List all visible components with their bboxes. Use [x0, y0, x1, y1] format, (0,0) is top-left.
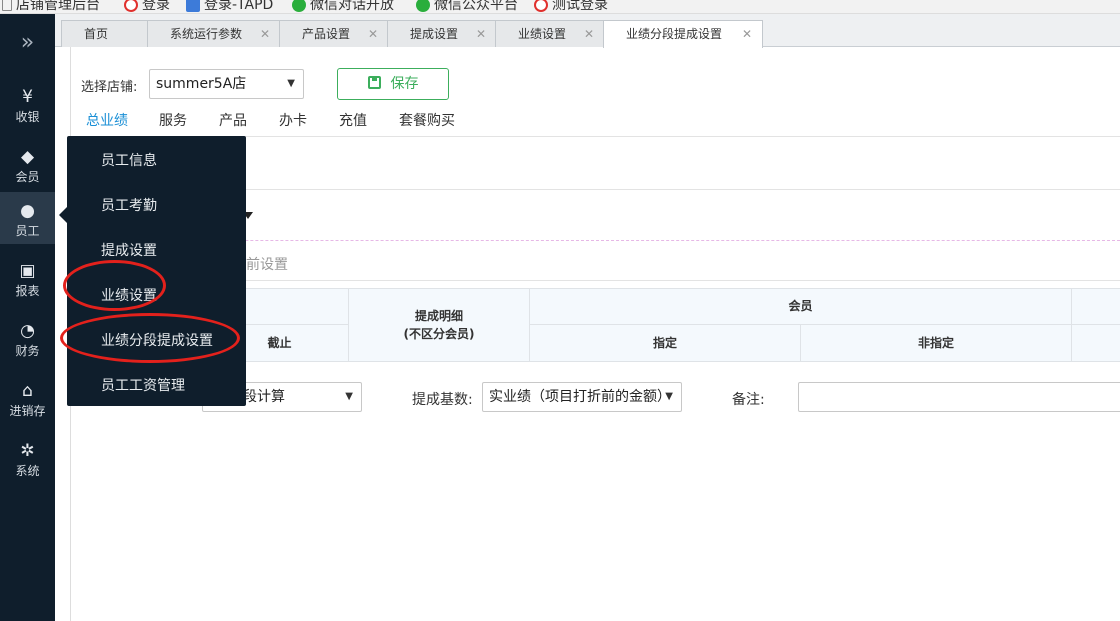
close-icon[interactable]: ✕	[476, 21, 486, 47]
close-icon[interactable]: ✕	[260, 21, 270, 47]
sidebar-item-finance[interactable]: ◔ 财务	[0, 312, 55, 364]
tab-performance-settings[interactable]: 业绩设置 ✕	[495, 20, 605, 47]
sidebar-item-staff[interactable]: ● 员工	[0, 192, 55, 244]
floppy-disk-icon	[367, 76, 381, 89]
sidebar-item-inventory[interactable]: ⌂ 进销存	[0, 372, 55, 424]
sidebar-item-label: 报表	[15, 284, 40, 298]
table-header-extra	[1071, 324, 1120, 362]
red-logo-icon	[124, 0, 138, 12]
sidebar-item-label: 员工	[15, 224, 40, 238]
menu-item-attendance[interactable]: 员工考勤	[101, 195, 157, 215]
base-label: 提成基数:	[412, 392, 473, 408]
dropdown-arrow-icon: ▼	[287, 78, 295, 89]
remark-label: 备注:	[732, 392, 765, 408]
subtab-product[interactable]: 产品	[213, 108, 253, 136]
table-header-specified: 指定	[529, 324, 801, 362]
table-header-unspecified: 非指定	[800, 324, 1072, 362]
tab-segment-commission[interactable]: 业绩分段提成设置 ✕	[603, 20, 763, 48]
sidebar-item-label: 系统	[15, 464, 40, 478]
diamond-icon: ◆	[20, 147, 35, 167]
tapd-icon	[186, 0, 200, 12]
bookmark-tapd[interactable]: 登录-TAPD	[186, 0, 273, 13]
tab-bar: 首页 系统运行参数 ✕ 产品设置 ✕ 提成设置 ✕ 业绩设置 ✕ 业绩分段提成设置 ✕	[55, 14, 1120, 48]
tab-product-settings[interactable]: 产品设置 ✕	[279, 20, 389, 47]
monitor-icon: ▣	[19, 261, 36, 281]
save-button[interactable]: 保存	[337, 68, 449, 100]
sidebar-item-label: 进销存	[9, 404, 46, 418]
sidebar: » ¥ 收银 ◆ 会员 ● 员工 ▣ 报表 ◔ 财务 ⌂ 进销存 ✲ 系统	[0, 14, 55, 621]
bookmark-login[interactable]: 登录	[124, 0, 170, 13]
wechat-icon	[416, 0, 430, 12]
sidebar-item-cashier[interactable]: ¥ 收银	[0, 78, 55, 130]
table-header-extra	[1071, 288, 1120, 325]
tab-system-params[interactable]: 系统运行参数 ✕	[147, 20, 281, 47]
subtab-service[interactable]: 服务	[153, 108, 193, 136]
subtab-recharge[interactable]: 充值	[333, 108, 373, 136]
close-icon[interactable]: ✕	[742, 21, 752, 47]
sidebar-item-report[interactable]: ▣ 报表	[0, 252, 55, 304]
dropdown-arrow-icon: ▼	[662, 383, 673, 411]
annotation-circle	[63, 260, 166, 311]
bookmark-test-login[interactable]: 测试登录	[534, 0, 608, 13]
dropdown-arrow-icon: ▼	[345, 391, 353, 402]
base-select[interactable]: 实业绩（项目打折前的金额） ▼	[482, 382, 682, 412]
warehouse-icon: ⌂	[22, 381, 33, 401]
user-icon: ●	[20, 201, 35, 221]
tab-home[interactable]: 首页	[61, 20, 151, 47]
sidebar-item-member[interactable]: ◆ 会员	[0, 138, 55, 190]
page-icon	[2, 0, 12, 11]
bookmark-wechat-mp[interactable]: 微信公众平台	[416, 0, 518, 13]
gear-icon: ✲	[20, 441, 35, 461]
red-logo-icon	[534, 0, 548, 12]
menu-item-staff-info[interactable]: 员工信息	[101, 150, 157, 170]
sidebar-item-label: 收银	[15, 110, 40, 124]
close-icon[interactable]: ✕	[584, 21, 594, 47]
sidebar-toggle-icon[interactable]: »	[0, 14, 55, 72]
tab-commission-settings[interactable]: 提成设置 ✕	[387, 20, 497, 47]
subtab-total-performance[interactable]: 总业绩	[80, 108, 134, 138]
store-label: 选择店铺:	[81, 80, 138, 95]
store-select[interactable]: summer5A店 ▼	[149, 69, 304, 99]
table-header-detail: 提成明细 (不区分会员)	[348, 288, 530, 362]
menu-item-commission-settings[interactable]: 提成设置	[101, 240, 157, 260]
menu-item-payroll[interactable]: 员工工资管理	[101, 375, 185, 395]
yen-icon: ¥	[22, 87, 33, 107]
close-icon[interactable]: ✕	[368, 21, 378, 47]
table-header-member: 会员	[529, 288, 1072, 325]
subtab-package-purchase[interactable]: 套餐购买	[393, 108, 461, 136]
sidebar-item-label: 财务	[15, 344, 40, 358]
pie-chart-icon: ◔	[20, 321, 35, 341]
bookmark-wechat-dialog[interactable]: 微信对话开放	[292, 0, 394, 13]
subtab-card[interactable]: 办卡	[273, 108, 313, 136]
sidebar-item-system[interactable]: ✲ 系统	[0, 432, 55, 484]
annotation-circle	[60, 313, 240, 363]
bookmark-store-admin[interactable]: 店铺管理后台	[2, 0, 100, 13]
remark-input[interactable]	[798, 382, 1120, 412]
sidebar-item-label: 会员	[15, 170, 40, 184]
wechat-icon	[292, 0, 306, 12]
bookmarks-bar: 店铺管理后台 登录 登录-TAPD 微信对话开放 微信公众平台 测试登录	[0, 0, 1120, 14]
